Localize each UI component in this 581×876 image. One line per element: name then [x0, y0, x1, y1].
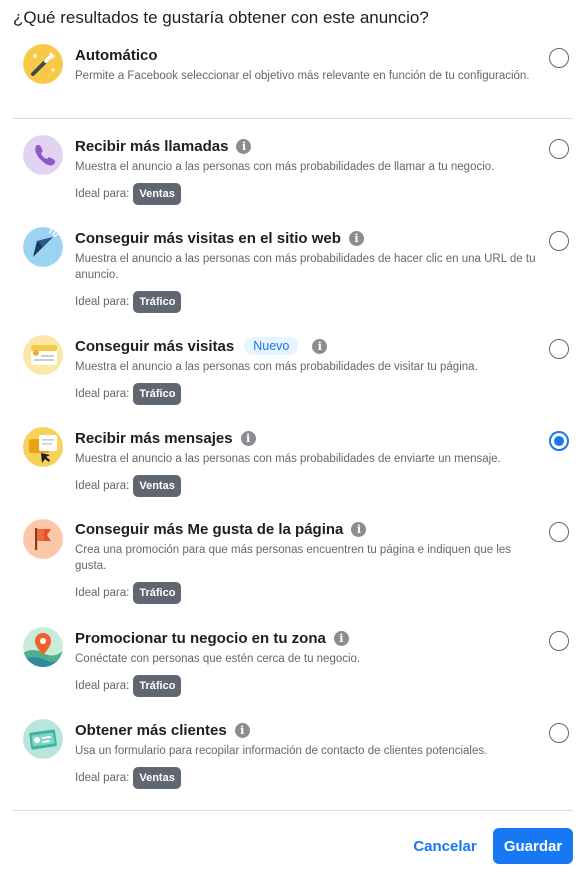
ideal-for-tag: Tráfico	[133, 582, 182, 604]
option-description: Muestra el anuncio a las personas con má…	[75, 253, 536, 281]
info-icon[interactable]: i	[312, 338, 328, 354]
option-local-business-radio[interactable]	[549, 631, 569, 651]
info-icon[interactable]: i	[348, 230, 364, 246]
save-button[interactable]: Guardar	[493, 828, 573, 864]
divider	[12, 118, 573, 119]
magic-wand-icon	[23, 44, 63, 84]
ideal-for-label: Ideal para:	[75, 587, 130, 599]
ideal-for-label: Ideal para:	[75, 388, 130, 400]
messages-icon	[23, 427, 63, 467]
info-icon[interactable]: i	[240, 430, 256, 446]
flag-icon	[23, 519, 63, 559]
option-description: Muestra el anuncio a las personas con má…	[75, 361, 478, 373]
ideal-for-label: Ideal para:	[75, 680, 130, 692]
option-description: Conéctate con personas que estén cerca d…	[75, 653, 361, 665]
ideal-for-tag: Ventas	[133, 767, 181, 789]
option-description: Muestra el anuncio a las personas con má…	[75, 161, 495, 173]
option-description: Permite a Facebook seleccionar el objeti…	[75, 70, 530, 82]
ideal-for-tag: Ventas	[133, 475, 181, 497]
info-icon[interactable]: i	[333, 630, 349, 646]
location-pin-icon	[23, 627, 63, 667]
option-title: Recibir más mensajes	[75, 429, 233, 447]
footer-divider	[12, 810, 573, 811]
option-title: Conseguir más visitas en el sitio web	[75, 229, 341, 247]
option-description: Crea una promoción para que más personas…	[75, 544, 512, 572]
contact-card-icon	[23, 719, 63, 759]
cancel-button[interactable]: Cancelar	[404, 828, 486, 864]
info-icon[interactable]: i	[234, 722, 250, 738]
cursor-click-icon	[23, 227, 63, 267]
ideal-for-tag: Tráfico	[133, 383, 182, 405]
ideal-for-label: Ideal para:	[75, 296, 130, 308]
option-title: Conseguir más Me gusta de la página	[75, 520, 344, 538]
option-messages-radio[interactable]	[549, 431, 569, 451]
dialog-title: ¿Qué resultados te gustaría obtener con …	[13, 8, 429, 27]
phone-icon	[23, 135, 63, 175]
info-icon[interactable]: i	[351, 521, 367, 537]
option-calls-radio[interactable]	[549, 139, 569, 159]
option-automatic-radio[interactable]	[549, 48, 569, 68]
option-title: Recibir más llamadas	[75, 137, 229, 155]
ideal-for-tag: Tráfico	[133, 291, 182, 313]
option-description: Usa un formulario para recopilar informa…	[75, 745, 488, 757]
new-badge: Nuevo	[244, 337, 299, 355]
ideal-for-label: Ideal para:	[75, 480, 130, 492]
option-website-visits-radio[interactable]	[549, 231, 569, 251]
option-title: Promocionar tu negocio en tu zona	[75, 629, 326, 647]
page-profile-icon	[23, 335, 63, 375]
info-icon[interactable]: i	[236, 138, 252, 154]
option-title: Conseguir más visitas	[75, 337, 235, 355]
ideal-for-tag: Tráfico	[133, 675, 182, 697]
option-description: Muestra el anuncio a las personas con má…	[75, 453, 501, 465]
option-title: Automático	[75, 46, 158, 64]
option-page-likes-radio[interactable]	[549, 522, 569, 542]
option-leads-radio[interactable]	[549, 723, 569, 743]
ideal-for-tag: Ventas	[133, 183, 181, 205]
ideal-for-label: Ideal para:	[75, 188, 130, 200]
option-title: Obtener más clientes	[75, 721, 227, 739]
ideal-for-label: Ideal para:	[75, 772, 130, 784]
option-page-visits-radio[interactable]	[549, 339, 569, 359]
